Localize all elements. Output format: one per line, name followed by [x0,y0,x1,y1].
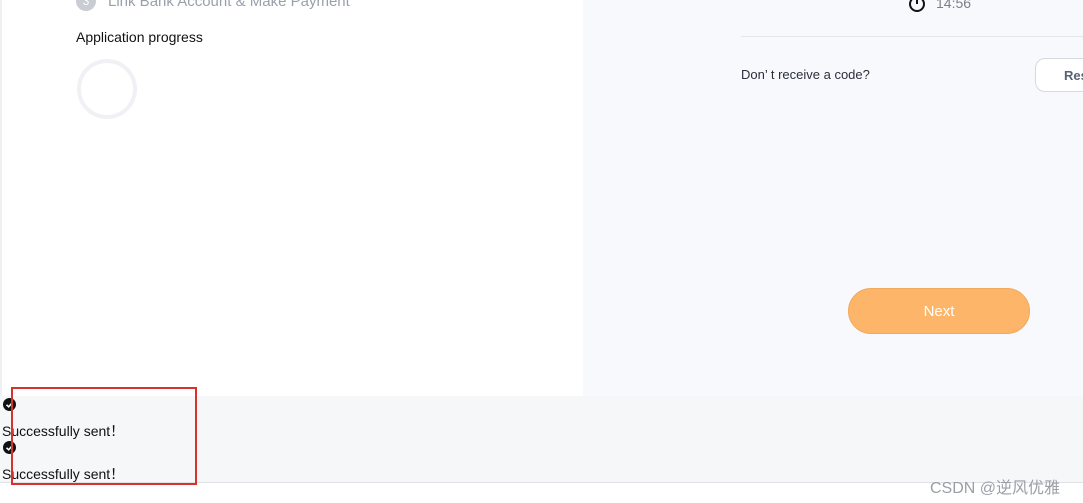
clock-icon [909,0,925,12]
progress-ring [77,59,137,119]
progress-label: Application progress [76,29,203,45]
divider [741,36,1083,37]
next-button-label: Next [923,302,955,320]
step-item: 3 Link Bank Account & Make Payment [76,0,350,11]
timer-value: 14:56 [936,0,972,11]
watermark: CSDN @逆风优雅 [930,480,1061,497]
next-button[interactable]: Next [848,288,1030,334]
resend-prompt: Don’ t receive a code? [741,67,870,82]
verification-panel [583,0,1083,396]
annotation-highlight-box [11,387,197,485]
countdown-timer: 14:56 [908,0,971,12]
resend-button[interactable]: Resend [1035,58,1083,92]
application-panel: 3 Link Bank Account & Make Payment Appli… [0,0,583,396]
step-number-icon: 3 [76,0,96,11]
step-label: Link Bank Account & Make Payment [108,0,350,10]
resend-button-label: Resend [1064,68,1083,83]
